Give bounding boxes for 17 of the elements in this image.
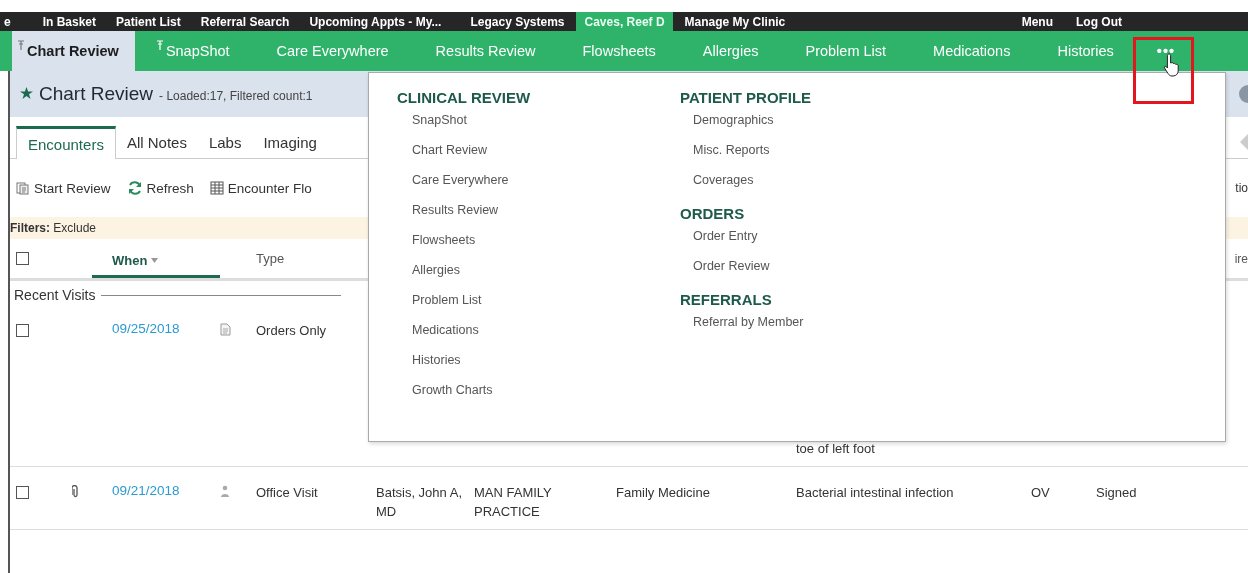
table-cell-text: toe of left foot <box>796 440 876 458</box>
table-cell-text: Batsis, John A, MD <box>376 484 463 521</box>
section-heading: PATIENT PROFILE <box>680 88 813 108</box>
section-heading: ORDERS <box>680 204 746 224</box>
table-cell-text: OV <box>1031 484 1051 502</box>
table-cell-text: Bacterial intestinal infection <box>796 484 955 502</box>
load-status-text: - Loaded:17, Filtered count:1 <box>159 89 313 103</box>
table-cell-text: MAN FAMILY PRACTICE <box>474 484 553 521</box>
table-cell-text: Signed <box>1096 484 1138 502</box>
table-cell-text: Family Medicine <box>616 484 711 502</box>
table-cell-text: Orders Only <box>256 322 328 340</box>
activity-title: Chart Review <box>39 83 154 105</box>
section-heading: REFERRALS <box>680 290 773 310</box>
table-cell-text: Office Visit <box>256 484 319 502</box>
section-heading: CLINICAL REVIEW <box>397 88 532 108</box>
filter-text: Filters: Exclude <box>10 221 97 235</box>
group-label: Recent Visits <box>14 287 96 303</box>
